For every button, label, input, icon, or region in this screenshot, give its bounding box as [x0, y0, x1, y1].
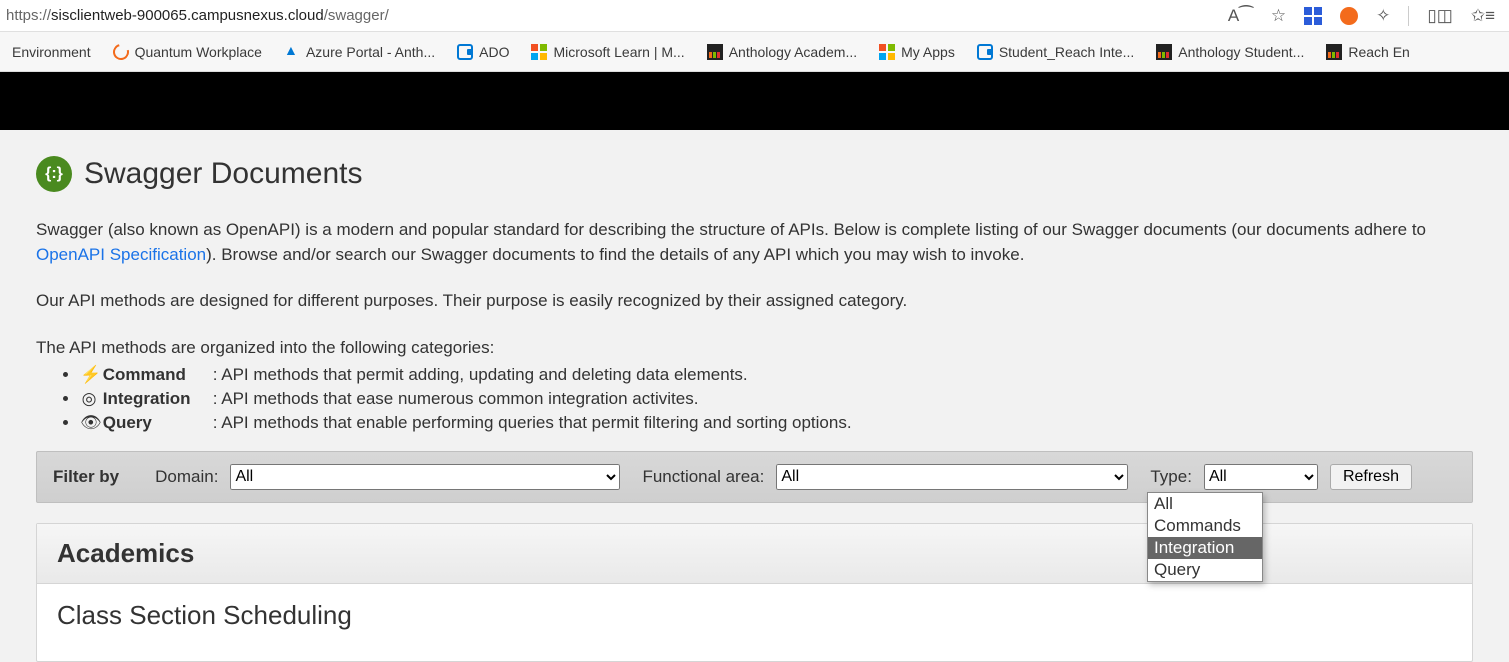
domain-select[interactable]: All — [230, 464, 620, 490]
bookmark-item[interactable]: Azure Portal - Anth... — [276, 40, 443, 64]
bookmark-item[interactable]: Anthology Student... — [1148, 40, 1312, 64]
address-bar: https://sisclientweb-900065.campusnexus.… — [0, 0, 1509, 32]
type-select[interactable]: All — [1204, 464, 1318, 490]
category-item: 👁 Query: API methods that enable perform… — [80, 413, 1473, 433]
ms-favicon-icon — [531, 44, 547, 60]
bookmark-item[interactable]: Microsoft Learn | M... — [523, 40, 692, 64]
bookmark-label: Anthology Academ... — [729, 44, 857, 60]
bookmark-label: Azure Portal - Anth... — [306, 44, 435, 60]
functional-area-select[interactable]: All — [776, 464, 1128, 490]
app-header-band — [0, 72, 1509, 130]
bookmark-label: Anthology Student... — [1178, 44, 1304, 60]
category-desc: : API methods that permit adding, updati… — [213, 365, 748, 384]
url-display[interactable]: https://sisclientweb-900065.campusnexus.… — [6, 7, 1228, 24]
category-name: Command — [103, 365, 213, 385]
filter-bar: Filter by Domain: All Functional area: A… — [36, 451, 1473, 503]
type-dropdown-open: AllCommandsIntegrationQuery — [1147, 492, 1263, 582]
functional-area-item[interactable]: Class Section Scheduling — [37, 584, 1472, 661]
category-list: ⚡ Command: API methods that permit addin… — [36, 365, 1473, 433]
type-option[interactable]: All — [1148, 493, 1262, 515]
type-option[interactable]: Query — [1148, 559, 1262, 581]
category-icon: ⚡ — [80, 365, 98, 385]
bookmark-label: Reach En — [1348, 44, 1409, 60]
category-icon: ◎ — [80, 389, 98, 409]
filter-heading: Filter by — [53, 467, 119, 487]
bookmark-label: Environment — [12, 44, 91, 60]
category-desc: : API methods that ease numerous common … — [213, 389, 699, 408]
url-path: /swagger/ — [324, 7, 389, 24]
category-name: Query — [103, 413, 213, 433]
category-name: Integration — [103, 389, 213, 409]
qw-favicon-icon — [110, 41, 132, 63]
intro-paragraph-2: Our API methods are designed for differe… — [36, 289, 1473, 314]
extensions-icon[interactable]: ✧ — [1376, 6, 1390, 26]
category-desc: : API methods that enable performing que… — [213, 413, 852, 432]
apps-grid-icon[interactable] — [1304, 7, 1322, 25]
separator — [1408, 6, 1409, 26]
bookmark-label: ADO — [479, 44, 509, 60]
extension-orange-icon[interactable] — [1340, 7, 1358, 25]
read-aloud-icon[interactable]: A⁀ — [1228, 6, 1253, 26]
bookmark-item[interactable]: Anthology Academ... — [699, 40, 865, 64]
intro-paragraph-1: Swagger (also known as OpenAPI) is a mod… — [36, 218, 1473, 267]
functional-area-label: Functional area: — [642, 467, 764, 487]
ms-favicon-icon — [879, 44, 895, 60]
bookmarks-bar: Environment Quantum Workplace Azure Portal… — [0, 32, 1509, 72]
bookmark-label: My Apps — [901, 44, 955, 60]
address-bar-actions: A⁀ ☆ ✧ ▯◫ ✩≡ — [1228, 6, 1503, 26]
category-icon: 👁 — [80, 413, 98, 433]
page-content: {:} Swagger Documents Swagger (also know… — [0, 130, 1509, 662]
bookmark-item[interactable]: Reach En — [1318, 40, 1417, 64]
bookmark-item[interactable]: My Apps — [871, 40, 963, 64]
bookmark-item[interactable]: Student_Reach Inte... — [969, 40, 1142, 64]
refresh-button[interactable]: Refresh — [1330, 464, 1412, 490]
type-label: Type: — [1150, 467, 1192, 487]
url-host: sisclientweb-900065.campusnexus.cloud — [51, 7, 324, 24]
category-item: ⚡ Command: API methods that permit addin… — [80, 365, 1473, 385]
swagger-logo-icon: {:} — [36, 156, 72, 192]
bookmark-label: Quantum Workplace — [135, 44, 262, 60]
ado-favicon-icon — [457, 44, 473, 60]
intro-text: Swagger (also known as OpenAPI) is a mod… — [36, 220, 1426, 239]
title-row: {:} Swagger Documents — [36, 156, 1473, 192]
openapi-spec-link[interactable]: OpenAPI Specification — [36, 245, 206, 264]
bookmark-label: Student_Reach Inte... — [999, 44, 1134, 60]
intro-paragraph-3: The API methods are organized into the f… — [36, 336, 1473, 361]
page-title: Swagger Documents — [84, 157, 362, 191]
type-option[interactable]: Integration — [1148, 537, 1262, 559]
intro-text: ). Browse and/or search our Swagger docu… — [206, 245, 1024, 264]
url-prefix: https:// — [6, 7, 51, 24]
reading-list-icon[interactable]: ▯◫ — [1427, 6, 1452, 26]
type-option[interactable]: Commands — [1148, 515, 1262, 537]
bars-favicon-icon — [1156, 44, 1172, 60]
bookmark-label: Microsoft Learn | M... — [553, 44, 684, 60]
collections-icon[interactable]: ✩≡ — [1471, 6, 1495, 26]
bookmark-item[interactable]: Environment — [4, 40, 99, 64]
bookmark-item[interactable]: ADO — [449, 40, 517, 64]
favorite-icon[interactable]: ☆ — [1271, 6, 1286, 26]
domain-label: Domain: — [155, 467, 218, 487]
bars-favicon-icon — [1326, 44, 1342, 60]
bookmark-item[interactable]: Quantum Workplace — [105, 40, 270, 64]
az-favicon-icon — [284, 44, 300, 60]
bars-favicon-icon — [707, 44, 723, 60]
category-item: ◎ Integration: API methods that ease num… — [80, 389, 1473, 409]
ado-favicon-icon — [977, 44, 993, 60]
